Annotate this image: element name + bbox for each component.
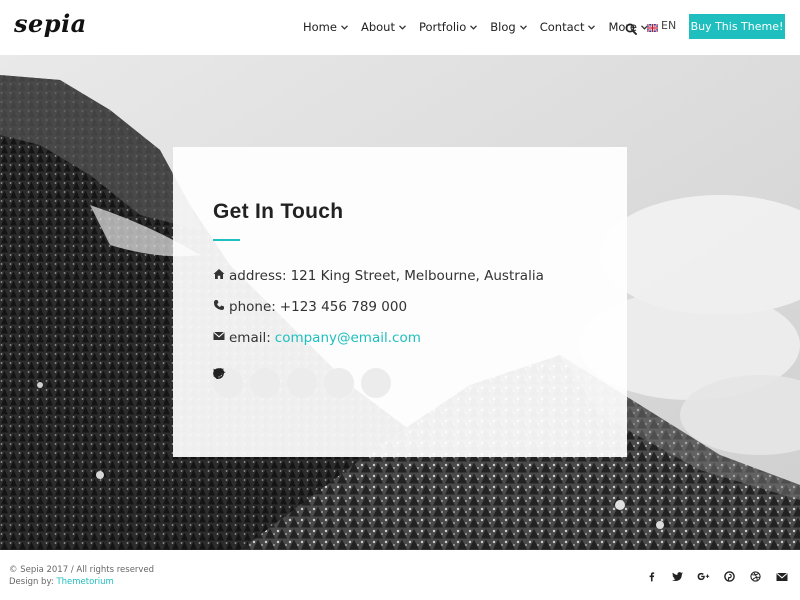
twitter-icon[interactable] xyxy=(671,570,684,583)
search-icon[interactable] xyxy=(625,20,637,39)
chevron-down-icon xyxy=(341,24,348,30)
contact-address: address: 121 King Street, Melbourne, Aus… xyxy=(213,268,544,284)
pinterest-icon[interactable] xyxy=(723,570,736,583)
nav-item-about[interactable]: About xyxy=(361,20,406,34)
email-link[interactable]: company@email.com xyxy=(275,330,421,346)
envelope-icon xyxy=(213,332,225,344)
phone-value: +123 456 789 000 xyxy=(279,299,408,315)
phone-label: phone: xyxy=(229,299,276,315)
copyright-text: © Sepia 2017 / All rights reserved xyxy=(9,565,155,575)
chevron-down-icon xyxy=(588,24,596,30)
google-plus-icon[interactable] xyxy=(213,368,317,398)
language-switcher[interactable]: EN xyxy=(646,19,677,33)
site-header: sepia Home About Portfolio Blog Contact … xyxy=(0,0,800,55)
nav-item-label: Blog xyxy=(490,20,516,34)
facebook-icon[interactable] xyxy=(645,570,658,583)
hero-section: Get In Touch address: 121 King Street, M… xyxy=(0,55,800,550)
chevron-down-icon xyxy=(519,24,527,30)
main-nav: Home About Portfolio Blog Contact More xyxy=(303,18,661,36)
site-footer: © Sepia 2017 / All rights reserved Desig… xyxy=(0,550,800,600)
google-plus-icon[interactable] xyxy=(697,570,710,583)
chevron-down-icon xyxy=(399,24,406,30)
buy-theme-button[interactable]: Buy This Theme! xyxy=(689,14,785,39)
pinterest-icon[interactable] xyxy=(213,368,354,398)
email-label: email: xyxy=(229,330,271,346)
nav-item-portfolio[interactable]: Portfolio xyxy=(418,20,478,34)
language-label: EN xyxy=(661,19,677,32)
contact-social-links xyxy=(213,368,398,398)
themetorium-link[interactable]: Themetorium xyxy=(56,577,113,587)
design-credit: Design by: Themetorium xyxy=(9,577,114,587)
contact-phone: phone: +123 456 789 000 xyxy=(213,299,407,315)
home-icon xyxy=(213,269,225,282)
phone-icon xyxy=(213,300,225,313)
nav-item-contact[interactable]: Contact xyxy=(540,20,596,34)
nav-item-label: Home xyxy=(303,20,337,34)
dribbble-icon[interactable] xyxy=(213,368,391,398)
site-logo[interactable]: sepia xyxy=(14,9,87,38)
nav-item-blog[interactable]: Blog xyxy=(490,20,527,34)
title-accent-line xyxy=(213,239,240,241)
footer-social-links xyxy=(645,570,800,583)
contact-email: email: company@email.com xyxy=(213,330,421,346)
contact-card-title: Get In Touch xyxy=(213,200,344,223)
address-value: 121 King Street, Melbourne, Australia xyxy=(290,268,544,284)
design-prefix: Design by: xyxy=(9,577,54,587)
chevron-down-icon xyxy=(470,24,478,30)
nav-item-label: About xyxy=(360,20,395,34)
address-label: address: xyxy=(229,268,287,284)
nav-item-home[interactable]: Home xyxy=(303,20,348,34)
nav-item-label: Portfolio xyxy=(418,20,467,34)
dribbble-icon[interactable] xyxy=(749,570,762,583)
twitter-icon[interactable] xyxy=(213,368,280,398)
uk-flag-icon xyxy=(646,22,659,33)
envelope-icon[interactable] xyxy=(775,570,788,583)
nav-item-label: Contact xyxy=(539,20,585,34)
contact-card: Get In Touch address: 121 King Street, M… xyxy=(173,147,627,457)
